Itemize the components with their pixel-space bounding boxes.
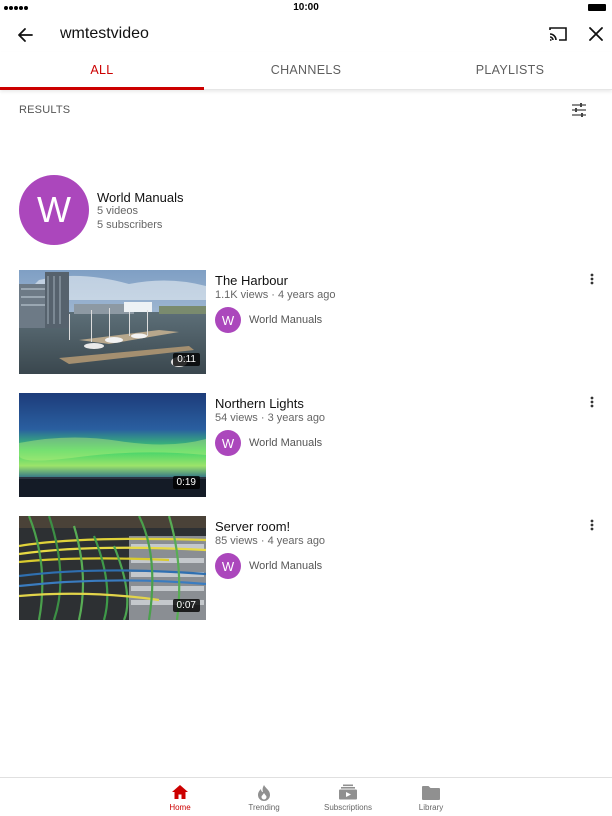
uploader-name[interactable]: World Manuals — [249, 314, 322, 326]
flame-icon — [258, 784, 270, 801]
tab-bar: ALL CHANNELS PLAYLISTS — [0, 52, 612, 90]
subscriptions-icon — [339, 784, 357, 800]
more-vert-icon — [590, 273, 594, 285]
arrow-left-icon — [18, 28, 33, 42]
uploader-avatar[interactable]: W — [215, 307, 241, 333]
channel-result[interactable]: W World Manuals 5 videos 5 subscribers — [19, 175, 319, 247]
status-time: 10:00 — [293, 2, 319, 13]
folder-icon — [422, 785, 440, 800]
more-vert-icon — [590, 396, 594, 408]
channel-subscriber-count: 5 subscribers — [97, 219, 163, 231]
back-button[interactable] — [14, 24, 36, 46]
filter-button[interactable] — [569, 100, 589, 120]
video-result[interactable]: 0:07 Server room! 85 views · 4 years ago… — [19, 516, 605, 620]
nav-library-label: Library — [418, 803, 444, 812]
uploader-name[interactable]: World Manuals — [249, 437, 322, 449]
video-duration: 0:11 — [173, 353, 200, 366]
channel-avatar[interactable]: W — [19, 175, 89, 245]
nav-home[interactable]: Home — [145, 783, 215, 816]
video-title[interactable]: Server room! — [215, 519, 290, 534]
video-result[interactable]: 0:11 The Harbour 1.1K views · 4 years ag… — [19, 270, 605, 374]
video-meta: 85 views · 4 years ago — [215, 535, 326, 547]
tab-playlists[interactable]: PLAYLISTS — [408, 52, 612, 90]
nav-trending[interactable]: Trending — [229, 783, 299, 816]
video-thumbnail[interactable]: 0:07 — [19, 516, 206, 620]
video-duration: 0:07 — [172, 599, 200, 612]
battery-icon — [588, 4, 606, 11]
bottom-navigation: Home Trending Subscriptions Library — [0, 777, 612, 816]
video-result[interactable]: 0:19 Northern Lights 54 views · 3 years … — [19, 393, 605, 497]
top-app-bar: wmtestvideo — [0, 16, 612, 52]
uploader-avatar[interactable]: W — [215, 430, 241, 456]
nav-library[interactable]: Library — [396, 783, 466, 816]
video-meta: 1.1K views · 4 years ago — [215, 289, 336, 301]
nav-subscriptions[interactable]: Subscriptions — [313, 783, 383, 816]
video-thumbnail[interactable]: 0:19 — [19, 393, 206, 497]
status-bar: 10:00 — [0, 0, 612, 16]
video-title[interactable]: The Harbour — [215, 273, 288, 288]
results-label: RESULTS — [19, 104, 71, 116]
channel-video-count: 5 videos — [97, 205, 138, 217]
more-options-button[interactable] — [585, 393, 599, 411]
filter-sliders-icon — [572, 103, 586, 117]
cast-button[interactable] — [546, 23, 570, 45]
video-thumbnail[interactable]: 0:11 — [19, 270, 206, 374]
nav-trending-label: Trending — [248, 803, 280, 812]
channel-name[interactable]: World Manuals — [97, 190, 183, 205]
home-icon — [172, 785, 188, 799]
tab-channels[interactable]: CHANNELS — [204, 52, 408, 90]
uploader-name[interactable]: World Manuals — [249, 560, 322, 572]
video-title[interactable]: Northern Lights — [215, 396, 304, 411]
active-tab-indicator — [0, 87, 204, 90]
close-icon — [589, 27, 603, 41]
search-query[interactable]: wmtestvideo — [60, 25, 149, 43]
tab-all[interactable]: ALL — [0, 52, 204, 90]
nav-subscriptions-label: Subscriptions — [323, 803, 373, 812]
video-duration: 0:19 — [172, 476, 200, 489]
close-button[interactable] — [585, 23, 607, 45]
uploader-avatar[interactable]: W — [215, 553, 241, 579]
more-options-button[interactable] — [585, 270, 599, 288]
video-meta: 54 views · 3 years ago — [215, 412, 326, 424]
nav-home-label: Home — [169, 803, 191, 812]
more-vert-icon — [590, 519, 594, 531]
cast-icon — [549, 27, 567, 41]
more-options-button[interactable] — [585, 516, 599, 534]
